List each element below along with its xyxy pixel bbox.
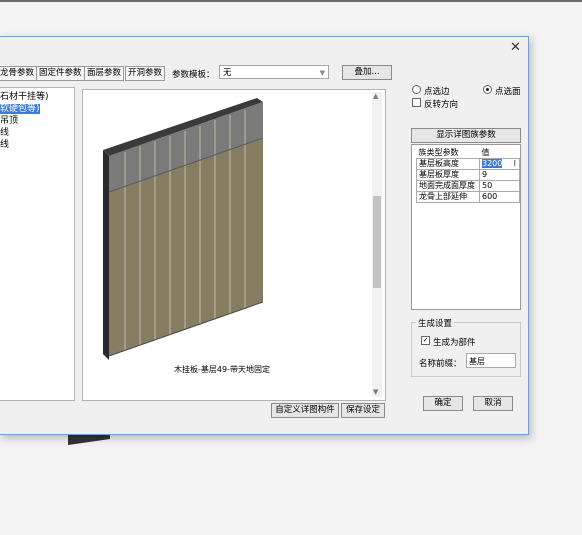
preview-panel (82, 89, 386, 401)
tree-item-label: 软硬包等) (0, 104, 40, 114)
tree-item[interactable]: 线 (0, 127, 74, 139)
name-prefix-input[interactable]: 基层 (466, 353, 516, 368)
cancel-button[interactable]: 取消 (473, 396, 513, 411)
table-row[interactable]: 基层板高度 3200 I (416, 158, 520, 170)
scroll-thumb[interactable] (373, 196, 381, 288)
tab-keel-params[interactable]: 龙骨参数 (0, 66, 38, 81)
grid-header-name: 族类型参数 (418, 148, 459, 157)
scroll-down-icon[interactable]: ▼ (373, 388, 378, 396)
stack-button[interactable]: 叠加... (342, 65, 392, 80)
param-value[interactable]: 9 (479, 169, 520, 181)
radio-edge[interactable] (412, 85, 421, 94)
tree-item[interactable]: 吊顶 (0, 115, 74, 127)
wall-panel-3d-preview (103, 98, 264, 360)
param-grid[interactable]: 族类型参数 值 基层板高度 3200 I 基层板厚度 9 地面完成面厚度 50 龙… (411, 144, 521, 310)
param-value: 3200 (482, 159, 503, 168)
show-family-params-button[interactable]: 显示详图族参数 (411, 128, 521, 143)
reverse-checkbox[interactable] (412, 98, 421, 107)
table-row[interactable]: 龙骨上部延伸 600 (416, 191, 520, 203)
tab-fixing-params[interactable]: 固定件参数 (36, 66, 85, 81)
grid-header-value: 值 (481, 148, 490, 157)
generation-settings-title: 生成设置 (416, 317, 455, 329)
param-name: 基层板高度 (416, 158, 480, 170)
name-prefix-label: 名称前缀： (419, 359, 462, 369)
chevron-down-icon: ▼ (319, 69, 325, 77)
tree-item[interactable]: 石材干挂等) (0, 91, 74, 103)
table-row[interactable]: 基层板厚度 9 (416, 169, 520, 181)
close-icon[interactable]: ✕ (510, 40, 521, 55)
scroll-up-icon[interactable]: ▲ (373, 92, 378, 100)
reverse-label: 反转方向 (424, 100, 459, 110)
radio-face[interactable] (483, 85, 492, 94)
tree-item-selected[interactable]: 软硬包等) (0, 103, 74, 115)
custom-detail-button[interactable]: 自定义详图构件 (271, 403, 339, 418)
generate-as-part-checkbox[interactable]: ✓ (421, 336, 430, 345)
param-name: 地面完成面厚度 (416, 180, 480, 192)
param-name: 基层板厚度 (416, 169, 480, 181)
text-cursor-icon: I (513, 159, 516, 168)
param-value[interactable]: 600 (479, 191, 520, 203)
tab-opening-params[interactable]: 开洞参数 (125, 66, 166, 81)
tab-surface-params[interactable]: 面层参数 (84, 66, 125, 81)
param-value-input[interactable]: 3200 I (479, 158, 520, 170)
generate-as-part-label: 生成为部件 (433, 338, 476, 348)
preview-caption: 木挂板-基层49-带天地固定 (174, 365, 270, 374)
param-name: 龙骨上部延伸 (416, 191, 480, 203)
template-select[interactable]: 无 ▼ (219, 65, 329, 79)
ok-button[interactable]: 确定 (423, 396, 463, 411)
radio-face-label: 点选面 (495, 87, 521, 97)
tree-item[interactable]: 线 (0, 139, 74, 151)
top-border-line (0, 0, 582, 2)
radio-edge-label: 点选边 (424, 87, 450, 97)
template-select-value: 无 (223, 68, 232, 78)
preview-scrollbar[interactable]: ▲ ▼ (372, 92, 382, 397)
save-settings-button[interactable]: 保存设定 (341, 403, 385, 418)
param-value[interactable]: 50 (479, 180, 520, 192)
table-row[interactable]: 地面完成面厚度 50 (416, 180, 520, 192)
template-label: 参数模板： (172, 70, 215, 80)
family-tree-list[interactable]: 石材干挂等) 软硬包等) 吊顶 线 线 (0, 87, 75, 401)
